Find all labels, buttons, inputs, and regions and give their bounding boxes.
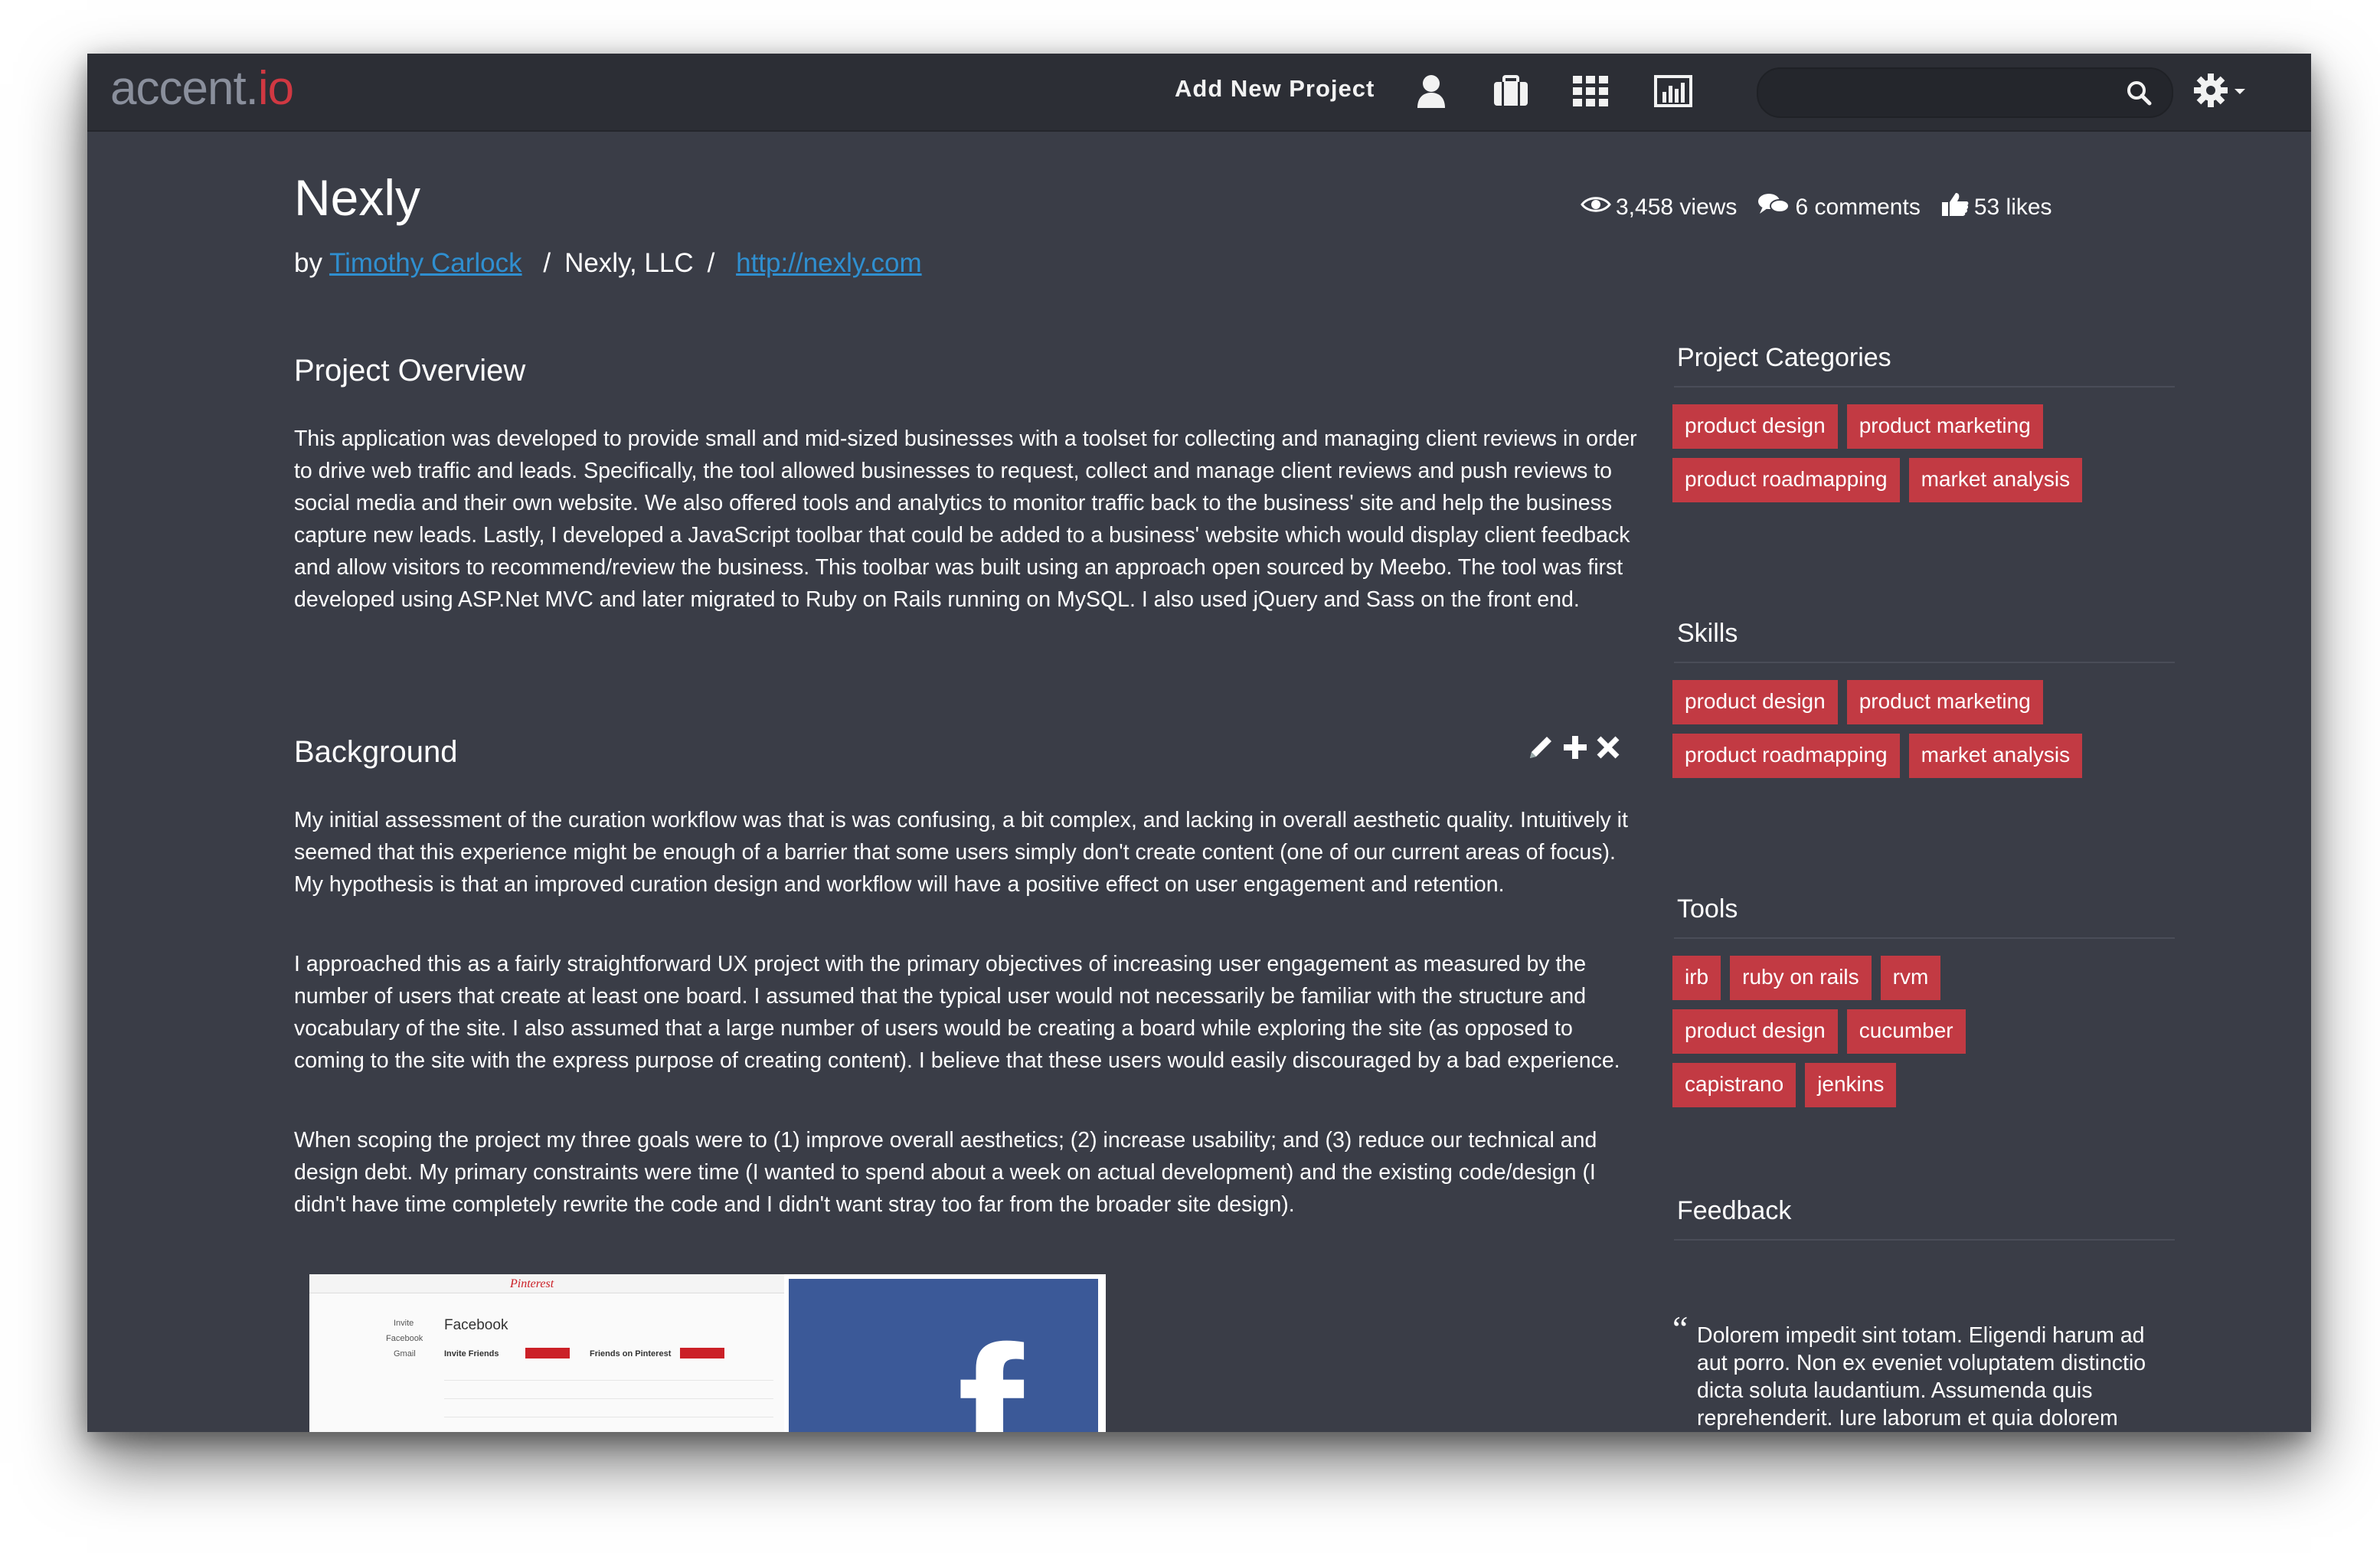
screenshot-row bbox=[590, 1366, 773, 1381]
category-tag[interactable]: market analysis bbox=[1908, 458, 2083, 502]
skill-tag[interactable]: product marketing bbox=[1846, 680, 2043, 724]
project-screenshot-image: Pinterest Invite Facebook Gmail Facebook… bbox=[309, 1274, 1106, 1432]
likes-count: 53 likes bbox=[1973, 195, 2052, 220]
search-icon[interactable] bbox=[2126, 80, 2152, 106]
comments-icon bbox=[1757, 192, 1795, 223]
background-title: Background bbox=[294, 735, 458, 769]
divider bbox=[1674, 937, 2175, 939]
pinterest-screenshot: Pinterest Invite Facebook Gmail Facebook… bbox=[309, 1274, 784, 1432]
quote-icon: “ bbox=[1672, 1309, 1689, 1348]
skill-tag[interactable]: product design bbox=[1672, 680, 1838, 724]
screenshot-logo: Pinterest bbox=[510, 1277, 554, 1290]
skill-tag[interactable]: market analysis bbox=[1908, 734, 2083, 778]
categories-title: Project Categories bbox=[1677, 343, 1891, 372]
tools-title: Tools bbox=[1677, 894, 1738, 924]
separator: / bbox=[543, 248, 551, 278]
plus-icon[interactable] bbox=[1562, 734, 1588, 760]
feedback-quote: Dolorem impedit sint totam. Eligendi har… bbox=[1697, 1323, 2146, 1430]
project-stats: 3,458 views 6 comments 53 likes bbox=[1581, 191, 2072, 224]
eye-icon bbox=[1581, 195, 1616, 221]
top-navbar: accent.io Add New Project bbox=[87, 54, 2311, 132]
close-icon[interactable] bbox=[1596, 735, 1620, 760]
views-stat: 3,458 views bbox=[1581, 195, 1737, 221]
screenshot-subheading: Friends on Pinterest bbox=[590, 1349, 672, 1358]
page-title: Nexly bbox=[294, 169, 421, 226]
background-paragraph: When scoping the project my three goals … bbox=[294, 1128, 1597, 1217]
screenshot-row bbox=[590, 1385, 773, 1399]
logo-text: accent. bbox=[110, 62, 259, 115]
tool-tag[interactable]: product design bbox=[1672, 1009, 1838, 1054]
tool-tag[interactable]: capistrano bbox=[1672, 1063, 1796, 1107]
screenshot-menu-item: Facebook bbox=[386, 1334, 423, 1343]
tools-tags: irb ruby on rails rvm product design cuc… bbox=[1672, 956, 1994, 1107]
screenshot-button bbox=[680, 1348, 724, 1358]
tool-tag[interactable]: rvm bbox=[1880, 956, 1941, 1000]
category-tag[interactable]: product roadmapping bbox=[1672, 458, 1900, 502]
skill-tag[interactable]: product roadmapping bbox=[1672, 734, 1900, 778]
comments-stat[interactable]: 6 comments bbox=[1757, 192, 1921, 223]
screenshot-menu-item: Gmail bbox=[394, 1349, 416, 1358]
tool-tag[interactable]: cucumber bbox=[1846, 1009, 1966, 1054]
divider bbox=[1674, 662, 2175, 663]
category-tag[interactable]: product marketing bbox=[1846, 404, 2043, 449]
pencil-icon[interactable] bbox=[1527, 734, 1555, 761]
divider bbox=[1674, 386, 2175, 387]
logo-suffix: io bbox=[257, 62, 294, 115]
screenshot-menu-item: Invite bbox=[394, 1319, 414, 1328]
views-count: 3,458 views bbox=[1616, 195, 1738, 220]
overview-text: This application was developed to provid… bbox=[294, 427, 1637, 612]
screenshot-row bbox=[590, 1403, 773, 1417]
separator: / bbox=[707, 248, 715, 278]
overview-title: Project Overview bbox=[294, 354, 526, 387]
thumbs-up-icon bbox=[1940, 191, 1974, 224]
feedback-title: Feedback bbox=[1677, 1196, 1792, 1225]
category-tag[interactable]: product design bbox=[1672, 404, 1838, 449]
tool-tag[interactable]: jenkins bbox=[1805, 1063, 1897, 1107]
gear-icon[interactable] bbox=[2193, 73, 2228, 112]
tool-tag[interactable]: ruby on rails bbox=[1730, 956, 1872, 1000]
project-url-link[interactable]: http://nexly.com bbox=[736, 248, 922, 278]
screenshot-subheading: Invite Friends bbox=[444, 1349, 499, 1358]
skills-title: Skills bbox=[1677, 619, 1738, 648]
grid-icon[interactable] bbox=[1571, 72, 1610, 110]
add-new-project-link[interactable]: Add New Project bbox=[1175, 75, 1375, 103]
screenshot-button bbox=[525, 1348, 570, 1358]
briefcase-icon[interactable] bbox=[1492, 72, 1530, 110]
user-icon[interactable] bbox=[1412, 72, 1450, 110]
author-link[interactable]: Timothy Carlock bbox=[329, 248, 522, 278]
app-window: accent.io Add New Project Nexly by Timot… bbox=[87, 54, 2311, 1432]
project-byline: by Timothy Carlock / Nexly, LLC / http://n… bbox=[294, 248, 922, 279]
background-paragraph: My initial assessment of the curation wo… bbox=[294, 808, 1628, 897]
search-field[interactable] bbox=[1757, 67, 2173, 118]
categories-tags: product design product marketing product… bbox=[1672, 404, 2163, 502]
tool-tag[interactable]: irb bbox=[1672, 956, 1721, 1000]
skills-tags: product design product marketing product… bbox=[1672, 680, 2163, 778]
search-input[interactable] bbox=[1777, 77, 2117, 109]
likes-stat[interactable]: 53 likes bbox=[1940, 191, 2052, 224]
background-paragraph: I approached this as a fairly straightfo… bbox=[294, 952, 1620, 1073]
comments-count: 6 comments bbox=[1795, 195, 1921, 220]
by-prefix: by bbox=[294, 248, 322, 278]
chevron-down-icon bbox=[2235, 85, 2245, 99]
section-edit-tools bbox=[1527, 734, 1620, 761]
logo[interactable]: accent.io bbox=[110, 61, 294, 116]
screenshot-row bbox=[590, 1421, 773, 1432]
facebook-logo-image: f bbox=[789, 1279, 1098, 1432]
settings-menu[interactable] bbox=[2193, 72, 2262, 112]
company-name: Nexly, LLC bbox=[564, 248, 694, 278]
chart-icon[interactable] bbox=[1654, 72, 1692, 110]
screenshot-heading: Facebook bbox=[444, 1317, 508, 1333]
facebook-icon: f bbox=[957, 1306, 1024, 1432]
divider bbox=[1674, 1239, 2175, 1241]
